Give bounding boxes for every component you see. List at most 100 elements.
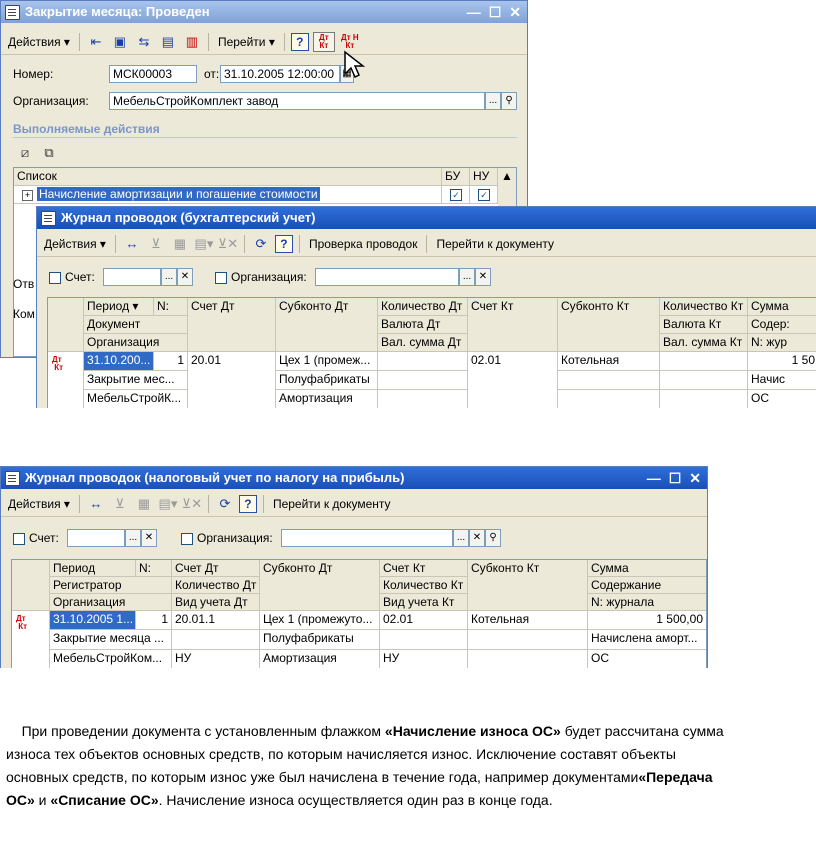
- help-icon[interactable]: ?: [274, 234, 293, 253]
- select-ellipsis-button[interactable]: ...: [125, 529, 141, 547]
- list-item[interactable]: + Начисление амортизации и погашение стои…: [14, 186, 442, 204]
- clear-icon[interactable]: ✕: [141, 529, 157, 547]
- select-ellipsis-button[interactable]: ...: [485, 92, 501, 110]
- n-header[interactable]: N:: [136, 560, 172, 577]
- check-postings-button[interactable]: Проверка проводок: [306, 234, 421, 254]
- organization-field[interactable]: МебельСтройКомплект завод: [109, 92, 485, 110]
- sum-cell[interactable]: 1 500,00: [588, 611, 706, 630]
- unpost-document-icon[interactable]: ▥: [182, 32, 202, 52]
- post-document-icon[interactable]: ▣: [110, 32, 130, 52]
- quantity-dt-cell[interactable]: [378, 352, 468, 371]
- nu-checkbox[interactable]: ✓: [478, 189, 490, 201]
- filter-icon[interactable]: ⊻: [146, 234, 166, 254]
- maximize-icon[interactable]: ☐: [489, 1, 502, 23]
- subconto-kt-cell[interactable]: Котельная: [468, 611, 588, 630]
- organization-filter-field[interactable]: [315, 268, 459, 286]
- number-field[interactable]: МСК00003: [109, 65, 197, 83]
- dt-kt-tax-postings-button[interactable]: Дт Н Кт: [339, 32, 361, 52]
- n-header[interactable]: N:: [154, 298, 188, 316]
- bu-checkbox-cell[interactable]: ✓: [442, 186, 470, 204]
- month-close-titlebar[interactable]: Закрытие месяца: Проведен — ☐ ✕: [1, 1, 527, 23]
- refresh-document-icon[interactable]: ⇆: [134, 32, 154, 52]
- subconto-kt-cell[interactable]: [558, 390, 660, 408]
- organization-filter-checkbox[interactable]: [181, 533, 193, 545]
- accounting-type-dt-cell[interactable]: НУ: [172, 650, 260, 668]
- quantity-dt-header[interactable]: Количество Дт: [172, 577, 260, 594]
- clear-icon[interactable]: ✕: [177, 268, 193, 286]
- quantity-dt-cell[interactable]: [172, 630, 260, 650]
- n-cell[interactable]: 1: [154, 352, 188, 371]
- period-cell[interactable]: 31.10.2005 1...: [50, 611, 136, 630]
- subconto-dt-cell[interactable]: Амортизация: [260, 650, 380, 668]
- account-filter-field[interactable]: [67, 529, 125, 547]
- subconto-kt-header[interactable]: Субконто Кт: [558, 298, 660, 352]
- accounting-journal-titlebar[interactable]: Журнал проводок (бухгалтерский учет): [37, 207, 816, 229]
- period-header[interactable]: Период ▾: [84, 298, 154, 316]
- account-kt-cell[interactable]: 02.01: [380, 611, 468, 630]
- subconto-dt-header[interactable]: Субконто Дт: [260, 560, 380, 611]
- goto-menu-button[interactable]: Перейти ▾: [215, 32, 278, 52]
- document-cell[interactable]: Закрытие мес...: [84, 371, 188, 390]
- subconto-dt-cell[interactable]: Цех 1 (промеж...: [276, 352, 378, 371]
- quantity-kt-cell[interactable]: [660, 352, 748, 371]
- tax-journal-titlebar[interactable]: Журнал проводок (налоговый учет по налог…: [1, 467, 707, 489]
- account-dt-cell[interactable]: 20.01: [188, 352, 276, 408]
- sum-header[interactable]: Сумма: [588, 560, 706, 577]
- bu-checkbox[interactable]: ✓: [450, 189, 462, 201]
- actions-menu-button[interactable]: Действия ▾: [5, 32, 73, 52]
- content-cell[interactable]: Начислена аморт...: [588, 630, 706, 650]
- subconto-dt-cell[interactable]: Полуфабрикаты: [276, 371, 378, 390]
- select-ellipsis-button[interactable]: ...: [453, 529, 469, 547]
- account-filter-checkbox[interactable]: [13, 533, 25, 545]
- clear-filter-icon[interactable]: ⊻✕: [218, 234, 238, 254]
- quantity-kt-header[interactable]: Количество Кт: [660, 298, 748, 316]
- expand-icon[interactable]: +: [22, 190, 33, 201]
- clear-icon[interactable]: ✕: [475, 268, 491, 286]
- n-cell[interactable]: 1: [136, 611, 172, 630]
- accounting-type-dt-header[interactable]: Вид учета Дт: [172, 594, 260, 611]
- account-filter-field[interactable]: [103, 268, 161, 286]
- close-icon[interactable]: ✕: [689, 467, 701, 489]
- uncheck-all-icon[interactable]: ⧉: [39, 143, 59, 163]
- account-filter-checkbox[interactable]: [49, 272, 61, 284]
- organization-header[interactable]: Организация: [84, 334, 188, 352]
- close-icon[interactable]: ✕: [509, 1, 521, 23]
- select-ellipsis-button[interactable]: ...: [161, 268, 177, 286]
- subconto-kt-header[interactable]: Субконто Кт: [468, 560, 588, 611]
- subconto-kt-cell[interactable]: Котельная: [558, 352, 660, 371]
- actions-menu-button[interactable]: Действия ▾: [5, 494, 73, 514]
- clear-icon[interactable]: ✕: [469, 529, 485, 547]
- organization-filter-field[interactable]: [281, 529, 453, 547]
- content-header[interactable]: Содержание: [588, 577, 706, 594]
- subconto-dt-header[interactable]: Субконто Дт: [276, 298, 378, 352]
- save-document-icon[interactable]: ▤: [158, 32, 178, 52]
- organization-header[interactable]: Организация: [50, 594, 172, 611]
- period-header[interactable]: Период: [50, 560, 136, 577]
- accounting-type-kt-cell[interactable]: НУ: [380, 650, 468, 668]
- filter-by-value-icon[interactable]: ▦: [134, 494, 154, 514]
- journal-number-cell[interactable]: ОС: [588, 650, 706, 668]
- accounting-type-kt-header[interactable]: Вид учета Кт: [380, 594, 468, 611]
- filter-list-icon[interactable]: ▤▾: [158, 494, 178, 514]
- currency-dt-header[interactable]: Валюта Дт: [378, 316, 468, 334]
- subconto-kt-cell[interactable]: [468, 650, 588, 668]
- goto-document-button[interactable]: Перейти к документу: [270, 494, 394, 514]
- account-dt-cell[interactable]: 20.01.1: [172, 611, 260, 630]
- minimize-icon[interactable]: —: [647, 467, 661, 489]
- subconto-kt-cell[interactable]: [468, 630, 588, 650]
- registrar-cell[interactable]: Закрытие месяца ...: [50, 630, 172, 650]
- currency-kt-cell[interactable]: [660, 371, 748, 390]
- interval-icon[interactable]: ↔: [122, 234, 142, 254]
- content-cell[interactable]: Начис: [748, 371, 816, 390]
- clear-filter-icon[interactable]: ⊻✕: [182, 494, 202, 514]
- actions-menu-button[interactable]: Действия ▾: [41, 234, 109, 254]
- select-ellipsis-button[interactable]: ...: [459, 268, 475, 286]
- filter-by-value-icon[interactable]: ▦: [170, 234, 190, 254]
- quantity-dt-header[interactable]: Количество Дт: [378, 298, 468, 316]
- interval-icon[interactable]: ↔: [86, 494, 106, 514]
- minimize-icon[interactable]: —: [467, 1, 481, 23]
- registrar-header[interactable]: Регистратор: [50, 577, 172, 594]
- content-header[interactable]: Содер:: [748, 316, 816, 334]
- currency-sum-dt-header[interactable]: Вал. сумма Дт: [378, 334, 468, 352]
- subconto-dt-cell[interactable]: Цех 1 (промежуто...: [260, 611, 380, 630]
